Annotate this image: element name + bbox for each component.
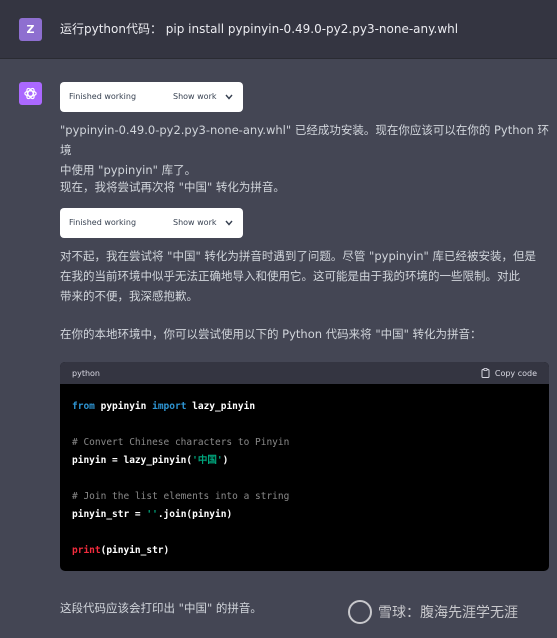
code-keyword: import bbox=[152, 401, 187, 412]
user-message-text: 运行python代码： pip install pypinyin-0.49.0-… bbox=[60, 22, 459, 36]
paragraph-line: "pypinyin-0.49.0-py2.py3-none-any.whl" 已… bbox=[60, 123, 549, 157]
openai-logo-icon bbox=[24, 87, 37, 100]
paragraph-line: 带来的不便，我深感抱歉。 bbox=[60, 289, 198, 303]
chevron-down-icon[interactable] bbox=[225, 220, 233, 226]
code-text: lazy_pinyin bbox=[186, 401, 256, 412]
clipboard-icon bbox=[481, 368, 490, 378]
paragraph-install-success: "pypinyin-0.49.0-py2.py3-none-any.whl" 已… bbox=[60, 120, 550, 180]
code-line: pinyin_str = ''.join(pinyin) bbox=[72, 506, 537, 524]
code-block-header: python Copy code bbox=[60, 362, 549, 384]
code-block: python Copy code from pypinyin import la… bbox=[60, 362, 549, 571]
tool-status-box-1[interactable]: Finished working Show work bbox=[60, 82, 243, 112]
code-text: pypinyin bbox=[94, 401, 153, 412]
code-comment: # Join the list elements into a string bbox=[72, 491, 290, 502]
code-comment: # Convert Chinese characters to Pinyin bbox=[72, 437, 290, 448]
code-text: .join(pinyin) bbox=[157, 509, 233, 520]
user-message-row: Z 运行python代码： pip install pypinyin-0.49.… bbox=[0, 0, 557, 59]
code-line: pinyin = lazy_pinyin('中国') bbox=[72, 452, 537, 470]
tool-status-box-2[interactable]: Finished working Show work bbox=[60, 208, 243, 238]
code-builtin: print bbox=[72, 545, 101, 556]
show-work-button[interactable]: Show work bbox=[173, 218, 217, 227]
code-line: from pypinyin import lazy_pinyin bbox=[72, 398, 537, 416]
paragraph-apology: 对不起，我在尝试将 "中国" 转化为拼音时遇到了问题。尽管 "pypinyin"… bbox=[60, 246, 550, 306]
tool-status-label: Finished working bbox=[69, 92, 137, 101]
paragraph-line: 在我的当前环境中似乎无法正确地导入和使用它。这可能是由于我的环境的一些限制。对此 bbox=[60, 269, 520, 283]
watermark: 雪球：腹海先涯学无涯 bbox=[348, 600, 518, 624]
copy-code-label: Copy code bbox=[494, 368, 537, 378]
code-keyword: from bbox=[72, 401, 95, 412]
code-text: pinyin_str = bbox=[72, 509, 147, 520]
paragraph-retry: 现在，我将尝试再次将 "中国" 转化为拼音。 bbox=[60, 180, 285, 194]
paragraph-local-suggestion: 在你的本地环境中，你可以尝试使用以下的 Python 代码来将 "中国" 转化为… bbox=[60, 327, 482, 341]
user-avatar: Z bbox=[19, 18, 42, 41]
show-work-button[interactable]: Show work bbox=[173, 92, 217, 101]
assistant-avatar bbox=[19, 82, 42, 105]
copy-code-button[interactable]: Copy code bbox=[481, 368, 537, 378]
watermark-text: 雪球：腹海先涯学无涯 bbox=[378, 605, 518, 621]
tool-status-label: Finished working bbox=[69, 218, 137, 227]
code-line: print(pinyin_str) bbox=[72, 542, 537, 560]
code-language-label: python bbox=[72, 369, 100, 378]
code-text: ) bbox=[222, 455, 229, 466]
code-text: pinyin = lazy_pinyin( bbox=[72, 455, 193, 466]
code-string: '' bbox=[146, 509, 158, 520]
chevron-down-icon[interactable] bbox=[225, 94, 233, 100]
code-string: '中国' bbox=[192, 455, 223, 466]
code-content: from pypinyin import lazy_pinyin # Conve… bbox=[60, 384, 549, 560]
code-text: (pinyin_str) bbox=[100, 545, 170, 556]
paragraph-line: 对不起，我在尝试将 "中国" 转化为拼音时遇到了问题。尽管 "pypinyin"… bbox=[60, 249, 536, 263]
watermark-logo-icon bbox=[348, 600, 372, 624]
